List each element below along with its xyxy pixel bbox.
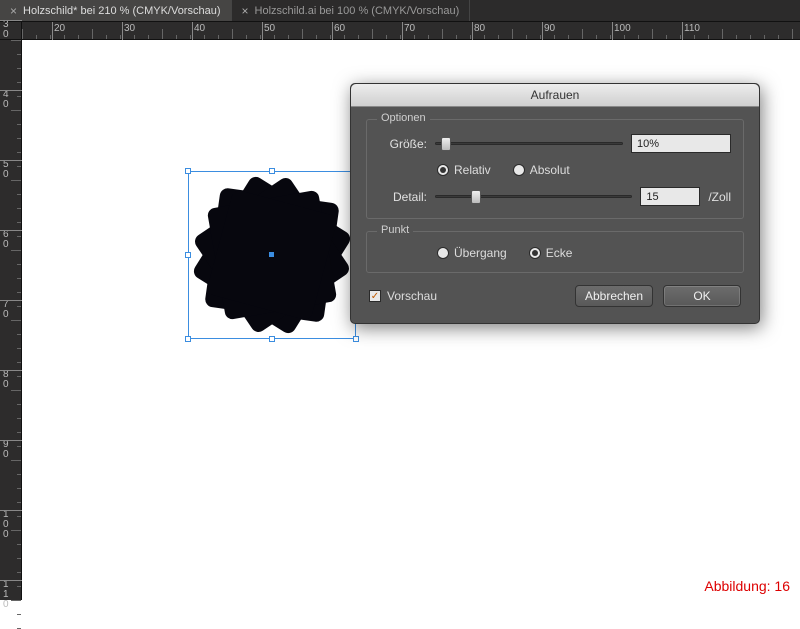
size-input[interactable]: 10%: [631, 134, 731, 153]
tabbar-empty: [470, 0, 800, 21]
tab-document-2[interactable]: × Holzschild.ai bei 100 % (CMYK/Vorschau…: [232, 0, 471, 21]
document-tabs: × Holzschild* bei 210 % (CMYK/Vorschau) …: [0, 0, 800, 22]
radio-label: Ecke: [546, 246, 573, 260]
close-icon[interactable]: ×: [242, 4, 249, 18]
checkbox-preview[interactable]: ✓ Vorschau: [369, 289, 437, 303]
app-window: × Holzschild* bei 210 % (CMYK/Vorschau) …: [0, 0, 800, 600]
cancel-button[interactable]: Abbrechen: [575, 285, 653, 307]
resize-handle-bm[interactable]: [269, 336, 275, 342]
radio-icon: [437, 247, 449, 259]
detail-label: Detail:: [379, 190, 427, 204]
tab-label: Holzschild.ai bei 100 % (CMYK/Vorschau): [255, 5, 460, 17]
radio-icon: [437, 164, 449, 176]
group-point-label: Punkt: [377, 224, 413, 236]
radio-relative[interactable]: Relativ: [437, 163, 491, 177]
resize-handle-tl[interactable]: [185, 168, 191, 174]
resize-handle-ml[interactable]: [185, 252, 191, 258]
ok-button[interactable]: OK: [663, 285, 741, 307]
tab-document-1[interactable]: × Holzschild* bei 210 % (CMYK/Vorschau): [0, 0, 232, 21]
selected-object[interactable]: [192, 175, 352, 335]
selection-center-point[interactable]: [269, 252, 274, 257]
size-slider[interactable]: [435, 136, 623, 152]
ruler-horizontal[interactable]: 102030405060708090100110: [22, 22, 800, 40]
radio-label: Relativ: [454, 163, 491, 177]
group-options: Optionen Größe: 10% Relativ: [366, 119, 744, 219]
radio-absolute[interactable]: Absolut: [513, 163, 570, 177]
tab-label: Holzschild* bei 210 % (CMYK/Vorschau): [23, 5, 220, 17]
radio-transition[interactable]: Übergang: [437, 246, 507, 260]
size-label: Größe:: [379, 137, 427, 151]
detail-input[interactable]: 15: [640, 187, 700, 206]
ruler-vertical[interactable]: 30405060708090100110: [0, 40, 22, 600]
radio-label: Übergang: [454, 246, 507, 260]
resize-handle-br[interactable]: [353, 336, 359, 342]
close-icon[interactable]: ×: [10, 4, 17, 18]
radio-label: Absolut: [530, 163, 570, 177]
radio-corner[interactable]: Ecke: [529, 246, 573, 260]
group-options-label: Optionen: [377, 112, 430, 124]
detail-unit: /Zoll: [708, 190, 731, 204]
resize-handle-tm[interactable]: [269, 168, 275, 174]
detail-slider[interactable]: [435, 189, 632, 205]
figure-caption: Abbildung: 16: [704, 578, 790, 594]
selection-bounding-box[interactable]: [188, 171, 356, 339]
dialog-roughen: Aufrauen Optionen Größe: 10% Relativ: [350, 83, 760, 324]
radio-icon: [513, 164, 525, 176]
checkbox-label: Vorschau: [387, 289, 437, 303]
group-point: Punkt Übergang Ecke: [366, 231, 744, 273]
radio-icon: [529, 247, 541, 259]
checkbox-icon: ✓: [369, 290, 381, 302]
resize-handle-bl[interactable]: [185, 336, 191, 342]
dialog-title[interactable]: Aufrauen: [351, 84, 759, 107]
